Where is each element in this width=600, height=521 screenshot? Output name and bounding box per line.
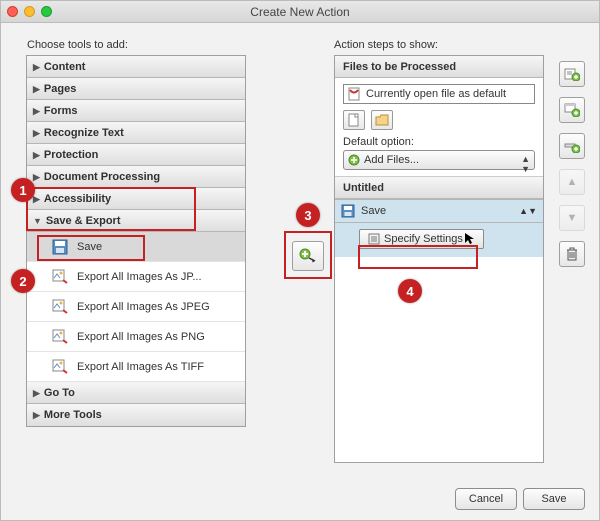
default-option-label: Default option: (343, 136, 535, 148)
group-save-export[interactable]: ▼Save & Export (27, 210, 245, 232)
footer: Cancel Save (455, 488, 585, 510)
close-icon[interactable] (7, 6, 18, 17)
tool-export-jpeg[interactable]: Export All Images As JPEG (27, 292, 245, 322)
window: Create New Action Choose tools to add: ▶… (0, 0, 600, 521)
chevron-right-icon: ▶ (33, 166, 40, 188)
choose-tools-label: Choose tools to add: (27, 39, 128, 51)
trash-icon (566, 247, 578, 261)
files-processed-body: Currently open file as default Default o… (335, 78, 543, 177)
current-file-label: Currently open file as default (366, 88, 506, 100)
badge-4: 4 (398, 279, 422, 303)
minimize-icon[interactable] (24, 6, 35, 17)
badge-1: 1 (11, 178, 35, 202)
badge-2: 2 (11, 269, 35, 293)
specify-settings-label: Specify Settings (384, 233, 463, 245)
export-image-icon (51, 268, 69, 286)
badge-3: 3 (296, 203, 320, 227)
tool-export-png[interactable]: Export All Images As PNG (27, 322, 245, 352)
settings-list-icon (368, 233, 380, 245)
export-image-icon (51, 298, 69, 316)
window-title: Create New Action (250, 5, 349, 19)
cancel-button[interactable]: Cancel (455, 488, 517, 510)
group-pages[interactable]: ▶Pages (27, 78, 245, 100)
export-image-icon (51, 358, 69, 376)
add-instruction-button[interactable] (559, 61, 585, 87)
group-content[interactable]: ▶Content (27, 56, 245, 78)
group-accessibility[interactable]: ▶Accessibility (27, 188, 245, 210)
group-go-to[interactable]: ▶Go To (27, 382, 245, 404)
chevron-updown-icon: ▲▼ (521, 154, 530, 174)
add-files-icon (348, 154, 360, 166)
step-save-label: Save (361, 205, 386, 217)
chevron-right-icon: ▶ (33, 404, 40, 426)
files-processed-header: Files to be Processed (335, 56, 543, 78)
titlebar: Create New Action (1, 1, 599, 23)
group-forms[interactable]: ▶Forms (27, 100, 245, 122)
zoom-icon[interactable] (41, 6, 52, 17)
floppy-icon (341, 204, 355, 218)
chevron-right-icon: ▶ (33, 100, 40, 122)
chevron-right-icon: ▶ (33, 78, 40, 100)
untitled-header: Untitled (335, 177, 543, 199)
tool-label: Save (77, 241, 102, 253)
group-recognize-text[interactable]: ▶Recognize Text (27, 122, 245, 144)
tool-export-tiff[interactable]: Export All Images As TIFF (27, 352, 245, 382)
floppy-icon (51, 238, 69, 256)
chevron-right-icon: ▶ (33, 56, 40, 78)
traffic-lights (7, 6, 52, 17)
chevron-right-icon: ▶ (33, 122, 40, 144)
tools-accordion: ▶Content ▶Pages ▶Forms ▶Recognize Text ▶… (26, 55, 246, 427)
add-panel-button[interactable] (559, 97, 585, 123)
move-up-button: ▲ (559, 169, 585, 195)
folder-icon (375, 114, 389, 126)
dropdown-value: Add Files... (364, 154, 419, 166)
pdf-icon (348, 87, 362, 101)
save-button[interactable]: Save (523, 488, 585, 510)
cursor-icon (465, 233, 475, 245)
action-steps-label: Action steps to show: (334, 39, 438, 51)
delete-step-button[interactable] (559, 241, 585, 267)
specify-settings-row: Specify Settings (335, 223, 543, 257)
tool-export-jp[interactable]: Export All Images As JP... (27, 262, 245, 292)
tool-label: Export All Images As JPEG (77, 301, 210, 313)
side-buttons: ▲ ▼ (559, 61, 585, 277)
chevron-right-icon: ▶ (33, 382, 40, 404)
chevron-up-icon: ▲ (567, 176, 578, 188)
chevron-right-icon: ▶ (33, 144, 40, 166)
add-divider-button[interactable] (559, 133, 585, 159)
group-more-tools[interactable]: ▶More Tools (27, 404, 245, 426)
action-steps-panel: Files to be Processed Currently open fil… (334, 55, 544, 463)
current-file-display[interactable]: Currently open file as default (343, 84, 535, 104)
tool-label: Export All Images As JP... (77, 271, 202, 283)
move-down-button: ▼ (559, 205, 585, 231)
specify-settings-button[interactable]: Specify Settings (359, 229, 484, 249)
tool-save[interactable]: Save (27, 232, 245, 262)
file-icon (348, 113, 360, 127)
default-option-dropdown[interactable]: Add Files... ▲▼ (343, 150, 535, 170)
step-save[interactable]: Save ▲▼ (335, 199, 543, 223)
chevron-down-icon: ▼ (567, 212, 578, 224)
group-protection[interactable]: ▶Protection (27, 144, 245, 166)
export-image-icon (51, 328, 69, 346)
add-file-button[interactable] (343, 110, 365, 130)
tool-label: Export All Images As TIFF (77, 361, 204, 373)
save-export-items: Save Export All Images As JP... Export A… (27, 232, 245, 382)
add-folder-button[interactable] (371, 110, 393, 130)
add-arrow-icon (299, 248, 317, 264)
tool-label: Export All Images As PNG (77, 331, 205, 343)
chevron-down-icon: ▼ (33, 210, 42, 232)
group-document-processing[interactable]: ▶Document Processing (27, 166, 245, 188)
add-step-button[interactable] (292, 241, 324, 271)
chevron-updown-icon: ▲▼ (519, 206, 537, 216)
